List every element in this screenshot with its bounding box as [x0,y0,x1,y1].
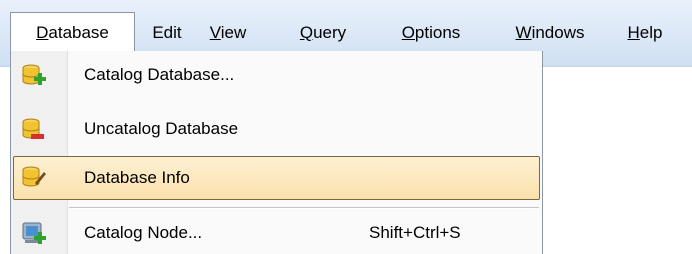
menu-database[interactable]: Database [10,12,135,52]
node-add-icon [21,221,47,247]
menu-view-label: iew [220,23,247,42]
menu-view-mnemonic: V [209,23,221,42]
menu-database-label: atabase [48,23,109,42]
menu-options-label: ptions [414,23,461,42]
menu-help-label: elp [639,23,663,42]
menu-windows-mnemonic: W [515,23,532,42]
database-edit-icon [21,165,47,191]
menu-item-database-info[interactable]: Database Info [13,156,540,200]
menu-separator [69,207,539,209]
menu-options[interactable]: Options [388,14,474,52]
menu-windows[interactable]: Windows [502,14,598,52]
menu-item-label: Uncatalog Database [84,119,239,138]
menu-item-label: Catalog Node... [84,223,203,242]
menu-item-shortcut: Shift+Ctrl+S [369,223,461,242]
menu-item-catalog-database[interactable]: Catalog Database... [13,54,540,96]
menu-query-label: uery [313,23,347,42]
menu-query-mnemonic: Q [299,23,314,42]
menu-view[interactable]: View [200,14,256,52]
menu-help[interactable]: Help [620,14,670,52]
menu-options-mnemonic: O [401,23,415,42]
database-dropdown-menu: Catalog Database... Uncatalog Database D… [10,51,543,254]
menu-help-mnemonic: H [627,23,640,42]
menu-item-label: Database Info [84,168,190,187]
database-remove-icon [21,117,47,143]
menu-edit[interactable]: Edit [145,14,189,52]
menu-database-mnemonic: D [36,23,49,42]
database-add-icon [21,63,47,89]
menu-edit-label: Edit [152,23,182,42]
menu-item-uncatalog-database[interactable]: Uncatalog Database [13,108,540,150]
menu-query[interactable]: Query [286,14,360,52]
menu-item-catalog-node[interactable]: Catalog Node... Shift+Ctrl+S [13,212,540,254]
menu-windows-label: indows [531,23,585,42]
menu-item-label: Catalog Database... [84,65,235,84]
